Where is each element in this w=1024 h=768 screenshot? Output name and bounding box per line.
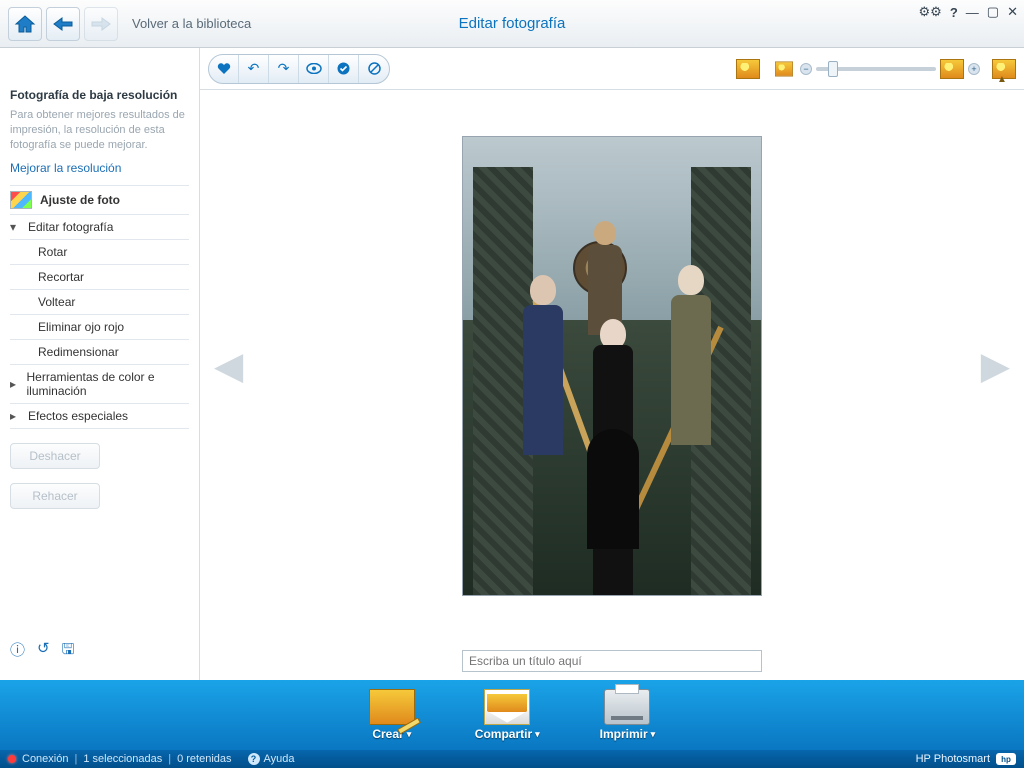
prev-photo-button[interactable]: ◀	[214, 344, 243, 389]
chevron-down-icon: ▾	[10, 220, 20, 234]
dock-print-label: Imprimir	[600, 727, 656, 741]
group-color-label: Herramientas de color e iluminación	[26, 370, 189, 398]
group-edit[interactable]: ▾ Editar fotografía	[10, 215, 189, 240]
photo-adjust-label: Ajuste de foto	[40, 193, 120, 207]
window-restore-icon[interactable]: ▢	[987, 4, 999, 20]
zoom-out-icon[interactable]: −	[800, 63, 812, 75]
save-as-icon[interactable]: 🖫	[62, 639, 75, 664]
brand-label: HP Photosmart	[916, 753, 990, 765]
hp-logo-icon: hp	[996, 753, 1016, 765]
edit-crop[interactable]: Recortar	[10, 265, 189, 290]
low-res-hint: Para obtener mejores resultados de impre…	[10, 108, 189, 153]
selected-count[interactable]: 1 seleccionadas	[83, 753, 162, 765]
photo-canvas: ◀ ▶	[200, 90, 1024, 642]
undo-button: Deshacer	[10, 443, 100, 469]
edit-redeye[interactable]: Eliminar ojo rojo	[10, 315, 189, 340]
slideshow-icon[interactable]: ▲	[992, 59, 1016, 79]
palette-icon	[10, 191, 32, 209]
photo-preview	[462, 136, 762, 596]
edit-resize-label: Redimensionar	[38, 345, 119, 359]
window-close-icon[interactable]: ✕	[1007, 4, 1018, 20]
edit-toolbar: ↶ ↷ − + ▲	[200, 48, 1024, 90]
favorite-button[interactable]	[209, 55, 239, 83]
sidebar: Fotografía de baja resolución Para obten…	[0, 48, 200, 680]
dock-share-label: Compartir	[475, 727, 540, 741]
chevron-right-icon: ▸	[10, 377, 18, 391]
redo-button: Rehacer	[10, 483, 100, 509]
cancel-button[interactable]	[359, 55, 389, 83]
help-link[interactable]: Ayuda	[264, 753, 295, 765]
share-icon	[484, 689, 530, 725]
fit-to-window-icon[interactable]	[736, 59, 760, 79]
edit-flip-label: Voltear	[38, 295, 75, 309]
group-color[interactable]: ▸ Herramientas de color e iluminación	[10, 365, 189, 404]
redeye-button[interactable]	[299, 55, 329, 83]
print-icon	[604, 689, 650, 725]
status-bar: Conexión | 1 seleccionadas | 0 retenidas…	[0, 750, 1024, 768]
viewer: ↶ ↷ − + ▲ ◀	[200, 48, 1024, 680]
caption-input[interactable]	[462, 650, 762, 672]
bottom-dock: Crear Compartir Imprimir	[0, 680, 1024, 750]
edit-rotate[interactable]: Rotar	[10, 240, 189, 265]
zoom-slider[interactable]	[816, 67, 936, 71]
dock-share[interactable]: Compartir	[475, 689, 540, 741]
connection-link[interactable]: Conexión	[22, 753, 68, 765]
info-icon[interactable]: ⓘ	[10, 639, 25, 664]
window-minimize-icon[interactable]: —	[966, 5, 979, 20]
apply-button[interactable]	[329, 55, 359, 83]
dock-create[interactable]: Crear	[369, 689, 415, 741]
zoom-slider-knob[interactable]	[828, 61, 838, 77]
top-bar: Volver a la biblioteca Editar fotografía…	[0, 0, 1024, 48]
sidebar-heading: Fotografía de baja resolución	[10, 88, 189, 102]
connection-dot-icon	[8, 755, 16, 763]
edit-resize[interactable]: Redimensionar	[10, 340, 189, 365]
photo-adjust-row[interactable]: Ajuste de foto	[10, 185, 189, 215]
rotate-right-button[interactable]: ↷	[269, 55, 299, 83]
improve-resolution-link[interactable]: Mejorar la resolución	[10, 161, 189, 175]
group-effects-label: Efectos especiales	[28, 409, 128, 423]
group-effects[interactable]: ▸ Efectos especiales	[10, 404, 189, 429]
edit-rotate-label: Rotar	[38, 245, 67, 259]
zoom-in-icon[interactable]: +	[968, 63, 980, 75]
dock-print[interactable]: Imprimir	[600, 689, 656, 741]
nav-forward-button	[84, 7, 118, 41]
zoom-out-thumb-icon	[775, 61, 793, 76]
home-button[interactable]	[8, 7, 42, 41]
zoom-in-thumb-icon	[940, 59, 964, 79]
edit-redeye-label: Eliminar ojo rojo	[38, 320, 124, 334]
group-edit-label: Editar fotografía	[28, 220, 113, 234]
help-status-icon[interactable]: ?	[248, 753, 260, 765]
back-to-library-link[interactable]: Volver a la biblioteca	[132, 16, 251, 31]
edit-crop-label: Recortar	[38, 270, 84, 284]
settings-gears-icon[interactable]: ⚙⚙	[919, 4, 942, 20]
rotate-left-button[interactable]: ↶	[239, 55, 269, 83]
revert-icon[interactable]: ↺	[37, 639, 50, 664]
chevron-right-icon: ▸	[10, 409, 20, 423]
create-icon	[369, 689, 415, 725]
retained-count[interactable]: 0 retenidas	[177, 753, 231, 765]
zoom-control[interactable]: − +	[772, 59, 980, 79]
edit-pill-toolbar: ↶ ↷	[208, 54, 390, 84]
help-icon[interactable]: ?	[950, 5, 958, 20]
next-photo-button[interactable]: ▶	[981, 344, 1010, 389]
nav-back-button[interactable]	[46, 7, 80, 41]
edit-flip[interactable]: Voltear	[10, 290, 189, 315]
